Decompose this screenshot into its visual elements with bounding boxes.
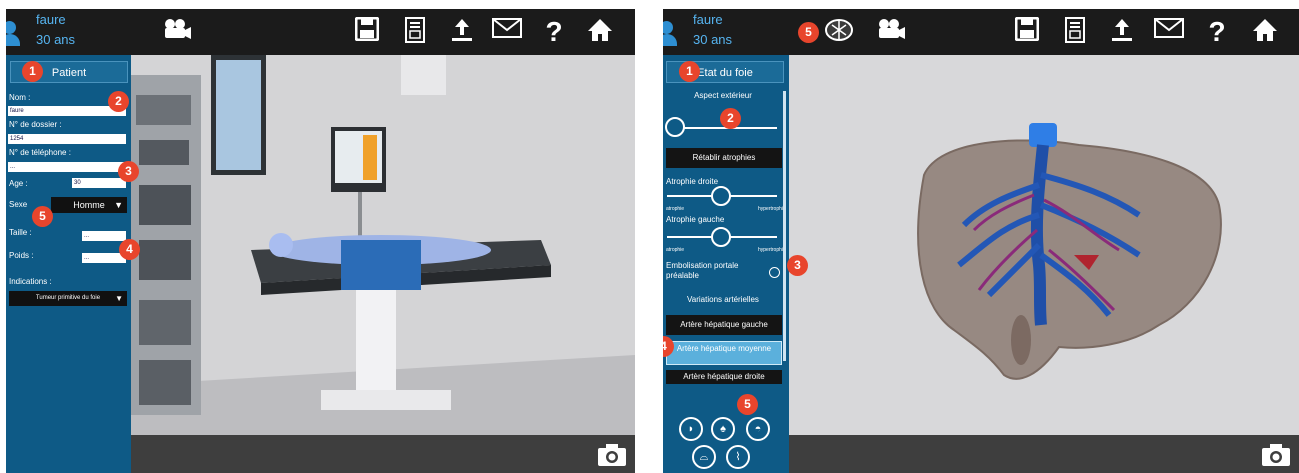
atrophie-max-label: hypertrophie xyxy=(758,206,786,212)
callout-badge: 5 xyxy=(32,206,53,227)
upload-icon[interactable] xyxy=(446,17,478,43)
dossier-field[interactable]: 1254 xyxy=(8,134,126,144)
nom-label: Nom : xyxy=(9,93,31,102)
panel-scrollbar[interactable] xyxy=(783,91,786,361)
variations-label: Variations artérielles xyxy=(687,295,759,304)
embolisation-label: Embolisation portale préalable xyxy=(666,261,739,280)
indications-value: Tumeur primitive du foie xyxy=(35,295,101,301)
liver-screen: faure 30 ans ? Etat du foie Aspect extér… xyxy=(663,9,1299,473)
embolisation-radio[interactable] xyxy=(769,267,780,278)
callout-badge: 2 xyxy=(720,108,741,129)
callout-badge: 1 xyxy=(679,61,700,82)
atrophie-min-label: atrophie xyxy=(666,206,685,212)
atrophie-min-label: atrophie xyxy=(666,247,685,253)
taille-field[interactable]: ... xyxy=(82,231,126,241)
pelvis-icon[interactable]: ⌓ xyxy=(692,445,716,469)
user-name: faure xyxy=(693,12,723,27)
camera-icon[interactable] xyxy=(875,17,907,41)
screenshot-camera-icon[interactable] xyxy=(1261,442,1291,468)
operating-room-illustration xyxy=(131,55,635,435)
vessel-icon[interactable]: ⌇ xyxy=(726,445,750,469)
help-icon[interactable]: ? xyxy=(1201,17,1233,47)
sexe-label: Sexe xyxy=(9,200,28,209)
report-icon[interactable] xyxy=(1059,17,1091,43)
avatar[interactable] xyxy=(6,21,20,47)
liver-3d-view[interactable] xyxy=(789,55,1299,435)
atrophie-gauche-label: Atrophie gauche xyxy=(666,215,725,224)
liver-model xyxy=(789,55,1299,435)
liver-view-icon[interactable] xyxy=(823,17,855,43)
indications-select[interactable]: Tumeur primitive du foie ▼ xyxy=(9,291,127,306)
patient-screen: faure 30 ans ? Patient Nom : faure N° de… xyxy=(6,9,635,473)
help-icon[interactable]: ? xyxy=(538,17,570,47)
operating-room-view[interactable] xyxy=(131,55,635,435)
artere-gauche-button[interactable]: Artère hépatique gauche xyxy=(666,315,782,335)
user-age: 30 ans xyxy=(36,32,76,47)
liver-icon[interactable]: ◓ xyxy=(746,417,770,441)
age-field[interactable]: 30 xyxy=(72,178,126,188)
atrophie-droite-knob[interactable] xyxy=(711,186,731,206)
aspect-label: Aspect extérieur xyxy=(694,91,752,100)
screenshot-camera-icon[interactable] xyxy=(597,442,627,468)
atrophie-gauche-knob[interactable] xyxy=(711,227,731,247)
callout-badge: 5 xyxy=(737,394,758,415)
lungs-icon[interactable]: ♠ xyxy=(711,417,735,441)
callout-badge: 3 xyxy=(118,161,139,182)
save-icon[interactable] xyxy=(1011,17,1043,41)
nom-field[interactable]: faure xyxy=(8,106,126,116)
age-label: Age : xyxy=(9,179,28,188)
home-icon[interactable] xyxy=(1249,17,1281,43)
patient-panel: Patient Nom : faure N° de dossier : 1254… xyxy=(6,55,131,473)
taille-label: Taille : xyxy=(9,228,32,237)
stomach-icon[interactable]: ◗ xyxy=(679,417,703,441)
atrophie-max-label: hypertrophie xyxy=(758,247,786,253)
bottom-bar xyxy=(789,435,1299,473)
artere-moyenne-button[interactable]: Artère hépatique moyenne xyxy=(666,341,782,365)
aspect-slider-knob[interactable] xyxy=(665,117,685,137)
chevron-down-icon: ▼ xyxy=(115,294,123,303)
avatar[interactable] xyxy=(663,21,677,47)
atrophie-droite-label: Atrophie droite xyxy=(666,177,719,186)
sexe-select[interactable]: Homme ▼ xyxy=(51,197,127,213)
top-toolbar: faure 30 ans ? xyxy=(6,9,635,55)
callout-badge: 3 xyxy=(787,255,808,276)
telephone-field[interactable]: ... xyxy=(8,162,126,172)
home-icon[interactable] xyxy=(584,17,616,43)
poids-label: Poids : xyxy=(9,251,34,260)
report-icon[interactable] xyxy=(399,17,431,43)
callout-badge: 5 xyxy=(798,22,819,43)
indications-label: Indications : xyxy=(9,277,52,286)
mail-icon[interactable] xyxy=(491,17,523,39)
telephone-label: N° de téléphone : xyxy=(9,148,71,157)
user-age: 30 ans xyxy=(693,32,733,47)
save-icon[interactable] xyxy=(351,17,383,41)
dossier-label: N° de dossier : xyxy=(9,120,62,129)
artere-droite-button[interactable]: Artère hépatique droite xyxy=(666,370,782,384)
sexe-value: Homme xyxy=(73,200,105,210)
callout-badge: 2 xyxy=(108,91,129,112)
retablir-atrophies-button[interactable]: Rétablir atrophies xyxy=(666,148,782,168)
chevron-down-icon: ▼ xyxy=(114,200,123,210)
upload-icon[interactable] xyxy=(1106,17,1138,43)
mail-icon[interactable] xyxy=(1153,17,1185,39)
callout-badge: 4 xyxy=(119,239,140,260)
top-toolbar: faure 30 ans ? xyxy=(663,9,1299,55)
callout-badge: 1 xyxy=(22,61,43,82)
user-name: faure xyxy=(36,12,66,27)
camera-icon[interactable] xyxy=(161,17,193,41)
bottom-bar xyxy=(131,435,635,473)
